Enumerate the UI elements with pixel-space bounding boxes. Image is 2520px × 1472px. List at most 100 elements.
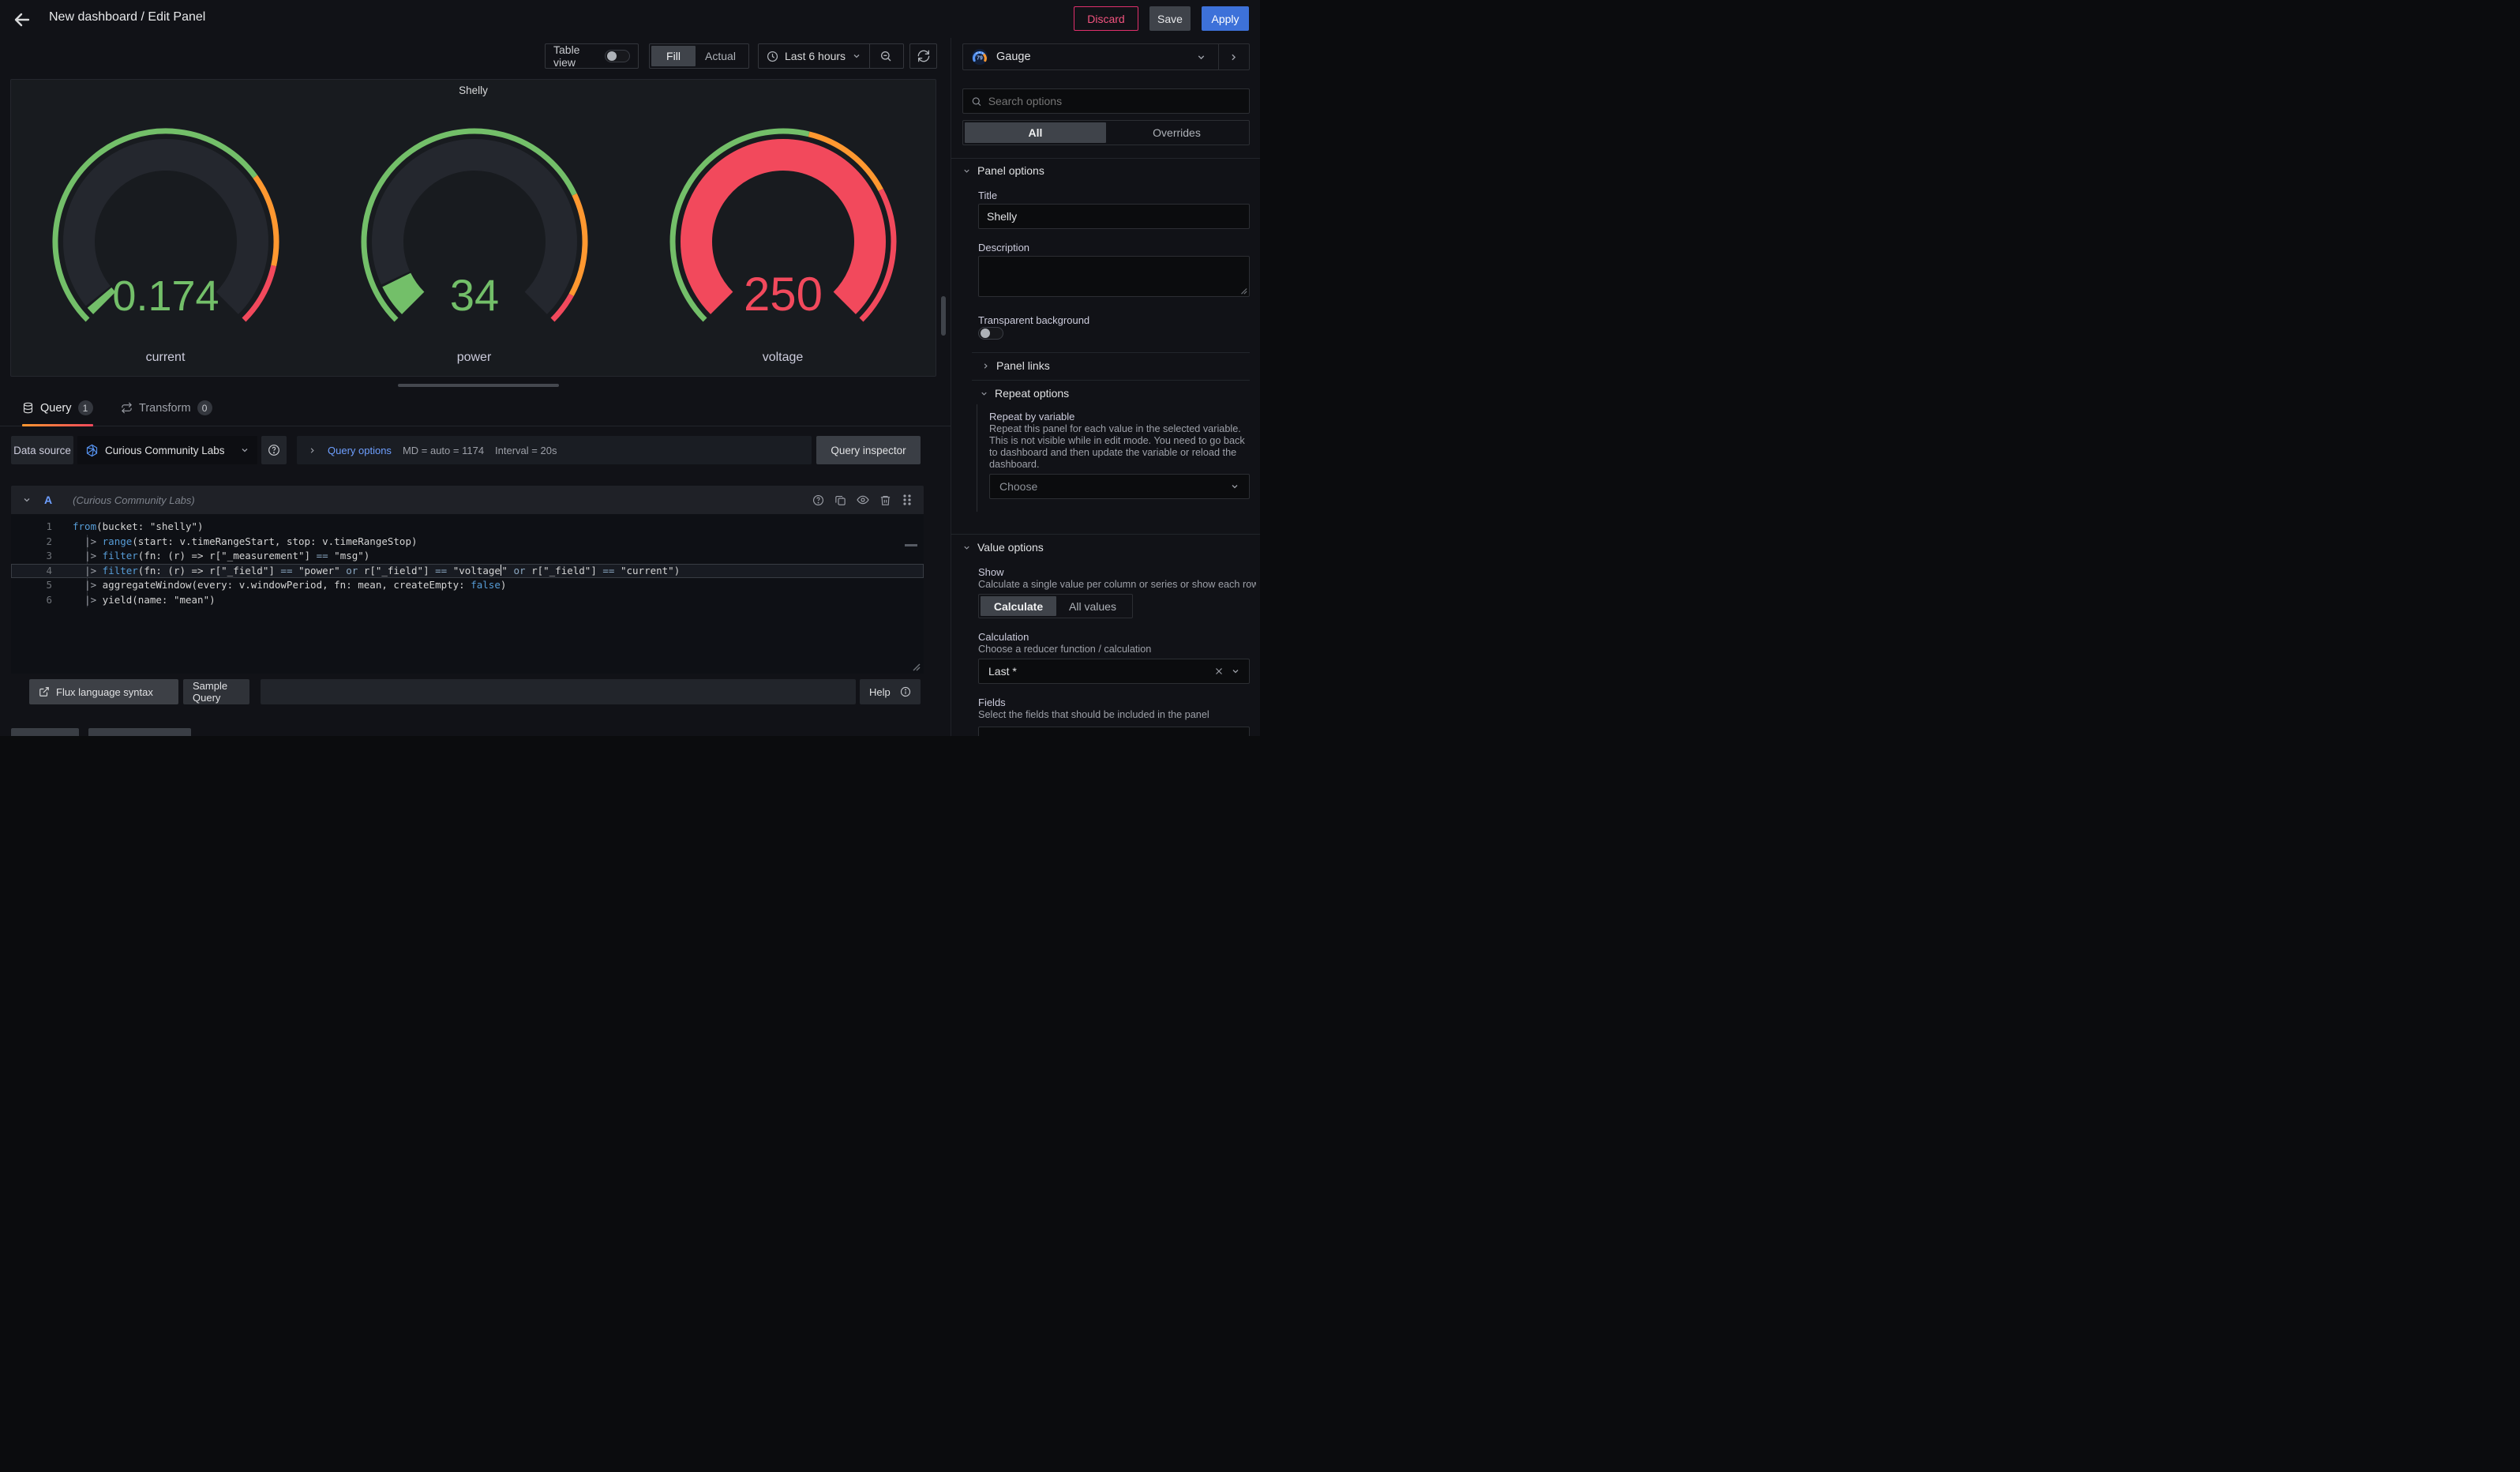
description-label: Description [978, 242, 1029, 253]
fields-description: Select the fields that should be include… [978, 709, 1256, 721]
repeat-description: Repeat this panel for each value in the … [989, 423, 1253, 471]
flux-code-editor[interactable]: 1from(bucket: "shelly")2 |> range(start:… [11, 514, 924, 674]
fill-actual-switch: Fill Actual [649, 43, 749, 69]
panel-title: Shelly [11, 84, 936, 96]
viz-picker[interactable]: 79 Gauge [962, 43, 1250, 70]
zoom-out-icon [879, 50, 892, 62]
sample-query-button[interactable]: Sample Query [183, 679, 249, 704]
influxdb-icon [85, 444, 99, 457]
active-tab-underline [22, 424, 93, 426]
back-arrow-icon[interactable] [13, 10, 32, 29]
select-placeholder: Choose [990, 480, 1047, 493]
svg-text:79: 79 [977, 55, 983, 61]
datasource-picker[interactable]: Curious Community Labs [77, 436, 257, 464]
save-button[interactable]: Save [1149, 6, 1191, 31]
add-query-button-partial[interactable] [11, 728, 79, 736]
panel-resize-handle[interactable] [398, 384, 559, 387]
line-number: 1 [11, 520, 52, 535]
table-view-label: Table view [553, 43, 605, 69]
delete-query-icon[interactable] [879, 494, 891, 506]
drag-handle-icon[interactable] [902, 494, 913, 506]
tab-overrides[interactable]: Overrides [1106, 122, 1247, 143]
search-options-box [962, 88, 1250, 114]
show-label: Show [978, 566, 1004, 578]
chevron-down-icon [1231, 667, 1240, 676]
fill-option[interactable]: Fill [651, 46, 696, 66]
help-button[interactable]: Help [860, 679, 921, 704]
code-line-5: 5 |> aggregateWindow(every: v.windowPeri… [11, 578, 924, 593]
query-help-icon[interactable] [812, 494, 824, 506]
calculate-option[interactable]: Calculate [981, 596, 1056, 616]
gauge-arc: 34 [328, 115, 621, 344]
duplicate-query-icon[interactable] [834, 494, 846, 506]
help-label: Help [869, 686, 891, 698]
section-title: Panel links [996, 359, 1050, 372]
gauge-value: 0.174 [112, 272, 219, 320]
add-expression-button-partial[interactable] [88, 728, 191, 736]
refresh-button[interactable] [909, 43, 937, 69]
query-options-bar: Query options MD = auto = 1174 Interval … [297, 436, 812, 464]
time-range-group: Last 6 hours [758, 43, 904, 69]
time-range-label: Last 6 hours [785, 50, 846, 62]
fields-select-partial[interactable] [978, 727, 1250, 736]
line-number: 3 [11, 549, 52, 564]
editor-tabs: Query 1 Transform 0 [0, 390, 951, 426]
line-number: 2 [11, 535, 52, 550]
section-panel-links[interactable]: Panel links [981, 359, 1050, 372]
chevron-down-icon [240, 445, 249, 455]
expand-options-icon[interactable] [1228, 52, 1239, 62]
search-options-input[interactable] [988, 89, 1249, 113]
textarea-resize-grip[interactable] [1239, 287, 1247, 295]
tab-transform[interactable]: Transform 0 [121, 390, 212, 426]
apply-button[interactable]: Apply [1202, 6, 1249, 31]
section-title: Value options [977, 541, 1044, 554]
code-line-4: 4 |> filter(fn: (r) => r["_field"] == "p… [11, 564, 924, 579]
gauge-viz-icon: 79 [971, 48, 988, 66]
actual-option[interactable]: Actual [696, 46, 745, 66]
datasource-value: Curious Community Labs [105, 445, 225, 456]
calculation-value: Last * [979, 665, 1026, 678]
flux-syntax-button[interactable]: Flux language syntax [29, 679, 178, 704]
query-options-link[interactable]: Query options [328, 445, 392, 456]
chevron-right-icon [308, 446, 317, 455]
calculation-description: Choose a reducer function / calculation [978, 644, 1256, 655]
all-values-option[interactable]: All values [1056, 596, 1129, 616]
editor-resize-grip[interactable] [911, 662, 921, 671]
tab-query[interactable]: Query 1 [22, 390, 93, 426]
query-row-header[interactable]: A (Curious Community Labs) [11, 486, 924, 514]
section-panel-options[interactable]: Panel options [962, 164, 1044, 177]
query-inspector-button[interactable]: Query inspector [816, 436, 921, 464]
show-mode-switch: Calculate All values [978, 594, 1133, 618]
title-label: Title [978, 190, 997, 201]
main-scrollbar[interactable] [941, 296, 946, 336]
section-repeat-options[interactable]: Repeat options [980, 387, 1069, 400]
clear-icon[interactable] [1214, 667, 1224, 676]
tab-all[interactable]: All [965, 122, 1106, 143]
table-view-group: Table view [545, 43, 639, 69]
gauge-title: current [11, 351, 320, 365]
max-data-points-value: MD = auto = 1174 [403, 445, 484, 456]
chevron-down-icon [1230, 482, 1239, 491]
repeat-variable-select[interactable]: Choose [989, 474, 1250, 499]
description-textarea[interactable] [978, 256, 1250, 297]
collapse-chevron-icon [22, 495, 32, 505]
search-icon [971, 96, 982, 107]
chevron-down-icon [852, 51, 861, 61]
section-title: Repeat options [995, 387, 1069, 400]
hide-query-icon[interactable] [857, 494, 869, 506]
options-filter-tabs: All Overrides [962, 120, 1250, 145]
transparent-bg-toggle[interactable] [978, 327, 1003, 340]
editor-footer-bar [261, 679, 856, 704]
top-bar: New dashboard / Edit Panel Discard Save … [0, 0, 1260, 38]
calculation-select[interactable]: Last * [978, 659, 1250, 684]
discard-button[interactable]: Discard [1074, 6, 1138, 31]
divider [951, 158, 1260, 159]
table-view-toggle[interactable] [605, 50, 630, 62]
time-zoom-out-button[interactable] [870, 44, 901, 68]
time-range-picker[interactable]: Last 6 hours [759, 44, 869, 68]
section-value-options[interactable]: Value options [962, 541, 1044, 554]
datasource-help-button[interactable] [261, 436, 287, 464]
line-number: 6 [11, 593, 52, 608]
toggle-knob [981, 329, 990, 338]
panel-title-input[interactable] [979, 205, 1249, 228]
